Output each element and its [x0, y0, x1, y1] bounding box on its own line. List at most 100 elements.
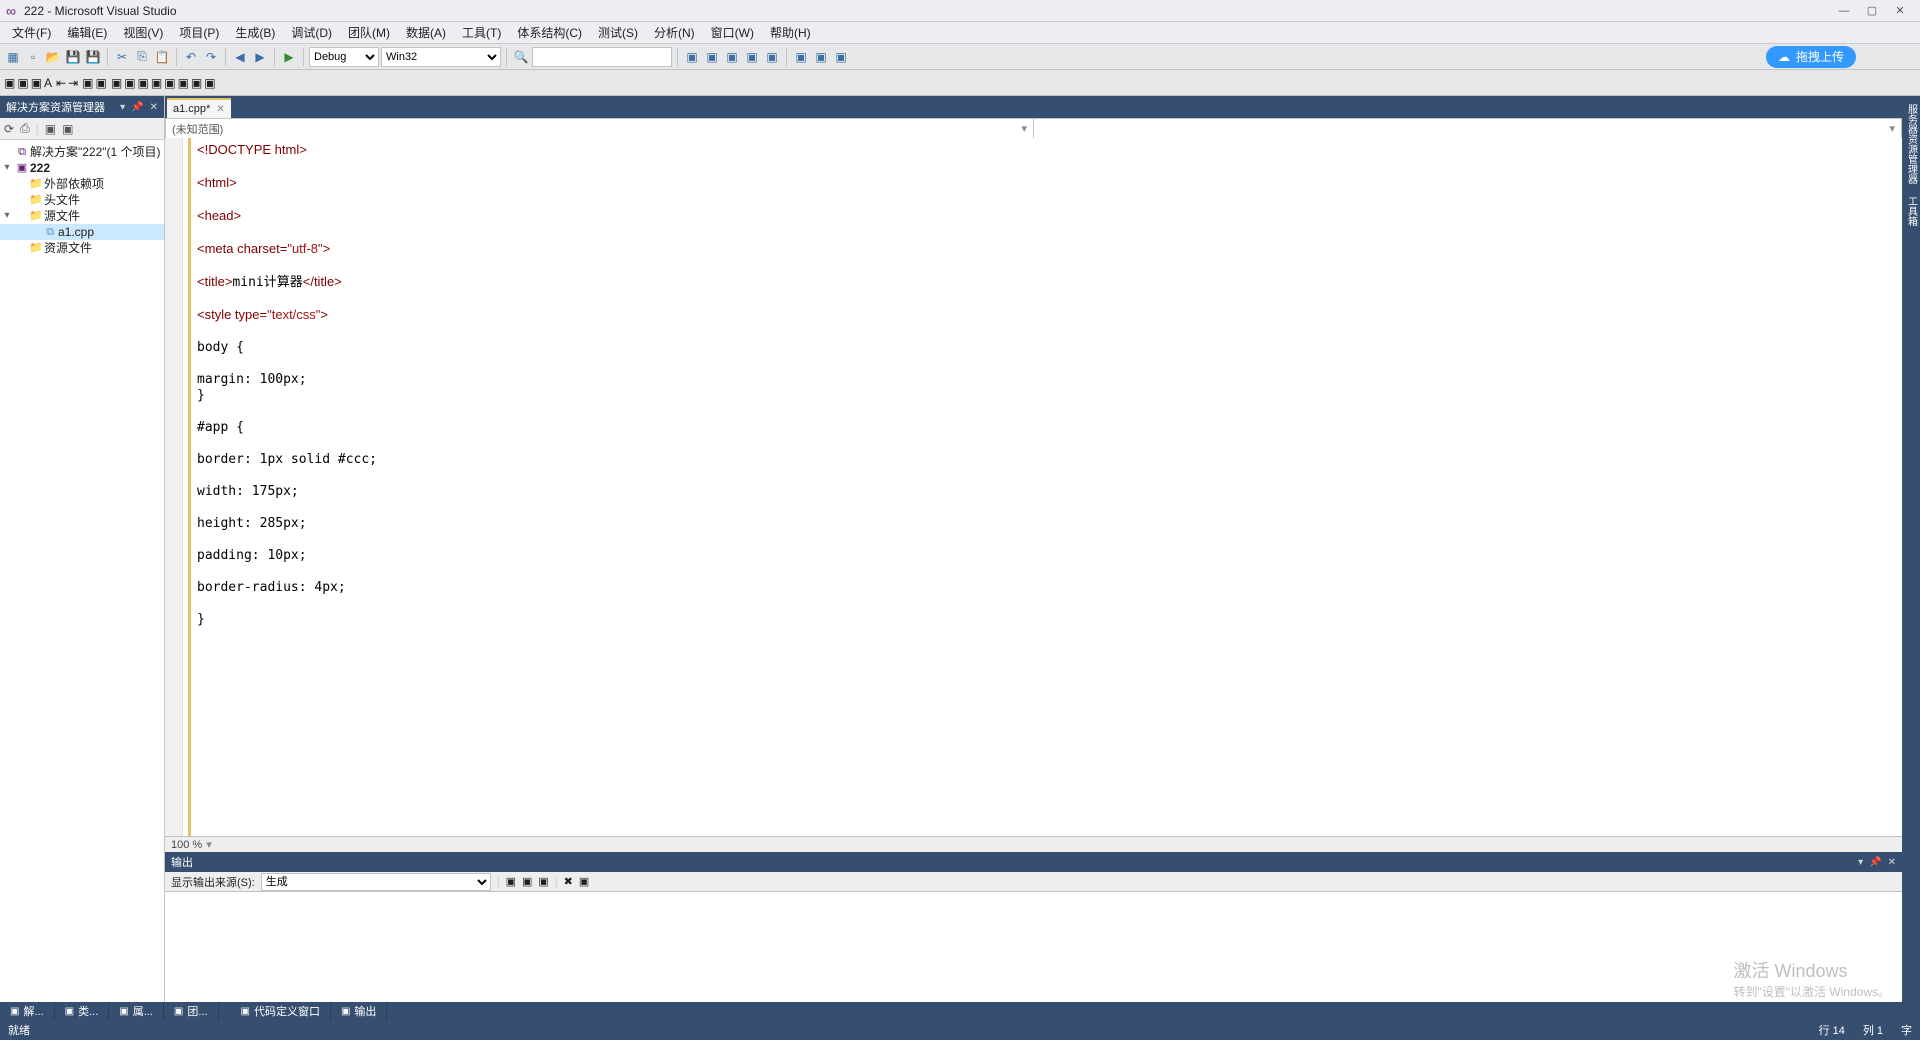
- menu-item[interactable]: 帮助(H): [762, 22, 819, 43]
- tb2-1-icon[interactable]: ▣: [4, 76, 15, 90]
- bottom-tab[interactable]: ▣输出: [331, 1002, 387, 1020]
- nav-back-icon[interactable]: ◀: [231, 48, 249, 66]
- folder-external[interactable]: 📁外部依赖项: [0, 176, 164, 192]
- close-button[interactable]: ✕: [1886, 4, 1914, 17]
- folder-resource[interactable]: 📁资源文件: [0, 240, 164, 256]
- start-debug-icon[interactable]: ▶: [280, 48, 298, 66]
- tb-extra-5-icon[interactable]: ▣: [763, 48, 781, 66]
- folder-source[interactable]: ▾📁源文件: [0, 208, 164, 224]
- menu-item[interactable]: 团队(M): [340, 22, 398, 43]
- menu-item[interactable]: 测试(S): [590, 22, 646, 43]
- platform-select[interactable]: Win32: [381, 47, 501, 67]
- panel-close-icon[interactable]: ✕: [150, 102, 158, 113]
- sol-tb-1-icon[interactable]: ⟳: [4, 122, 14, 136]
- copy-icon[interactable]: ⎘: [133, 48, 151, 66]
- nav-dropdowns: (未知范围)▾ ▾: [165, 118, 1902, 138]
- file-tab-a1[interactable]: a1.cpp* ✕: [167, 98, 231, 118]
- tb2-12-icon[interactable]: ▣: [151, 76, 162, 90]
- tb-extra-4-icon[interactable]: ▣: [743, 48, 761, 66]
- tb2-11-icon[interactable]: ▣: [138, 76, 149, 90]
- bottom-tab[interactable]: ▣解...: [0, 1002, 55, 1020]
- folder-headers[interactable]: 📁头文件: [0, 192, 164, 208]
- output-menu-icon[interactable]: ▾: [1858, 857, 1863, 868]
- sol-tb-3-icon[interactable]: ▣: [45, 122, 56, 136]
- paste-icon[interactable]: 📋: [153, 48, 171, 66]
- panel-menu-icon[interactable]: ▾: [120, 102, 125, 113]
- out-tb-5-icon[interactable]: ▣: [579, 875, 589, 888]
- tb2-2-icon[interactable]: ▣: [17, 76, 28, 90]
- upload-button[interactable]: ☁ 拖拽上传: [1766, 46, 1856, 68]
- save-icon[interactable]: 💾: [64, 48, 82, 66]
- member-dropdown[interactable]: ▾: [1033, 118, 1902, 138]
- new-file-icon[interactable]: ▫: [24, 48, 42, 66]
- tb-extra-6-icon[interactable]: ▣: [792, 48, 810, 66]
- output-src-select[interactable]: 生成: [261, 873, 491, 891]
- menu-item[interactable]: 文件(F): [4, 22, 59, 43]
- indent-less-icon[interactable]: ⇤: [56, 76, 66, 90]
- tb2-15-icon[interactable]: ▣: [191, 76, 202, 90]
- tb2-16-icon[interactable]: ▣: [204, 76, 215, 90]
- comment-icon[interactable]: ▣: [82, 76, 93, 90]
- maximize-button[interactable]: ▢: [1858, 4, 1886, 17]
- out-tb-4-icon[interactable]: ✖: [564, 875, 573, 888]
- bottom-tab[interactable]: ▣代码定义窗口: [231, 1002, 331, 1020]
- config-select[interactable]: Debug: [309, 47, 379, 67]
- solution-node[interactable]: ⧉解决方案"222"(1 个项目): [0, 144, 164, 160]
- menu-item[interactable]: 项目(P): [171, 22, 227, 43]
- tb-extra-2-icon[interactable]: ▣: [703, 48, 721, 66]
- save-all-icon[interactable]: 💾: [84, 48, 102, 66]
- minimize-button[interactable]: —: [1830, 5, 1858, 17]
- right-dock-tab-2[interactable]: 工具箱: [1904, 192, 1919, 230]
- project-node[interactable]: ▾▣222: [0, 160, 164, 176]
- undo-icon[interactable]: ↶: [182, 48, 200, 66]
- tb-extra-7-icon[interactable]: ▣: [812, 48, 830, 66]
- find-icon[interactable]: 🔍: [512, 48, 530, 66]
- menu-item[interactable]: 调试(D): [283, 22, 340, 43]
- bottom-tab[interactable]: ▣团...: [164, 1002, 219, 1020]
- solution-tree[interactable]: ⧉解决方案"222"(1 个项目) ▾▣222 📁外部依赖项 📁头文件 ▾📁源文…: [0, 140, 164, 1002]
- redo-icon[interactable]: ↷: [202, 48, 220, 66]
- tab-close-icon[interactable]: ✕: [216, 104, 224, 115]
- indent-more-icon[interactable]: ⇥: [68, 76, 78, 90]
- out-tb-1-icon[interactable]: ▣: [506, 875, 516, 888]
- zoom-level[interactable]: 100 %: [171, 839, 202, 851]
- sol-tb-4-icon[interactable]: ▣: [62, 122, 73, 136]
- uncomment-icon[interactable]: ▣: [96, 76, 107, 90]
- panel-pin-icon[interactable]: 📌: [131, 102, 143, 113]
- cut-icon[interactable]: ✂: [113, 48, 131, 66]
- tb2-4-icon[interactable]: A: [44, 76, 52, 90]
- menu-item[interactable]: 编辑(E): [59, 22, 115, 43]
- menu-item[interactable]: 工具(T): [454, 22, 509, 43]
- status-col: 列 1: [1863, 1022, 1883, 1038]
- tb-extra-8-icon[interactable]: ▣: [832, 48, 850, 66]
- tb2-14-icon[interactable]: ▣: [178, 76, 189, 90]
- menu-item[interactable]: 视图(V): [115, 22, 171, 43]
- menu-item[interactable]: 窗口(W): [703, 22, 762, 43]
- sol-tb-2-icon[interactable]: ⎙: [20, 121, 30, 136]
- out-tb-3-icon[interactable]: ▣: [538, 875, 548, 888]
- output-pin-icon[interactable]: 📌: [1869, 857, 1881, 868]
- menu-item[interactable]: 生成(B): [227, 22, 283, 43]
- output-body[interactable]: 激活 Windows 转到"设置"以激活 Windows。: [165, 892, 1902, 1002]
- tb-extra-3-icon[interactable]: ▣: [723, 48, 741, 66]
- output-close-icon[interactable]: ✕: [1888, 857, 1896, 868]
- find-input[interactable]: [532, 47, 672, 67]
- open-icon[interactable]: 📂: [44, 48, 62, 66]
- tb-extra-1-icon[interactable]: ▣: [683, 48, 701, 66]
- right-dock-tab-1[interactable]: 服务器资源管理器: [1904, 100, 1919, 188]
- menu-item[interactable]: 分析(N): [646, 22, 703, 43]
- bookmark-icon[interactable]: ▣: [111, 76, 122, 90]
- menu-item[interactable]: 体系结构(C): [509, 22, 590, 43]
- bottom-tab[interactable]: ▣类...: [55, 1002, 110, 1020]
- code-editor[interactable]: <!DOCTYPE html> <html> <head> <meta char…: [165, 138, 1902, 836]
- scope-dropdown[interactable]: (未知范围)▾: [165, 118, 1033, 138]
- tb2-10-icon[interactable]: ▣: [124, 76, 135, 90]
- tb2-13-icon[interactable]: ▣: [164, 76, 175, 90]
- new-project-icon[interactable]: ▦: [4, 48, 22, 66]
- menu-item[interactable]: 数据(A): [398, 22, 454, 43]
- file-a1-cpp[interactable]: ⧉a1.cpp: [0, 224, 164, 240]
- nav-fwd-icon[interactable]: ▶: [251, 48, 269, 66]
- tb2-3-icon[interactable]: ▣: [31, 76, 42, 90]
- out-tb-2-icon[interactable]: ▣: [522, 875, 532, 888]
- bottom-tab[interactable]: ▣属...: [109, 1002, 164, 1020]
